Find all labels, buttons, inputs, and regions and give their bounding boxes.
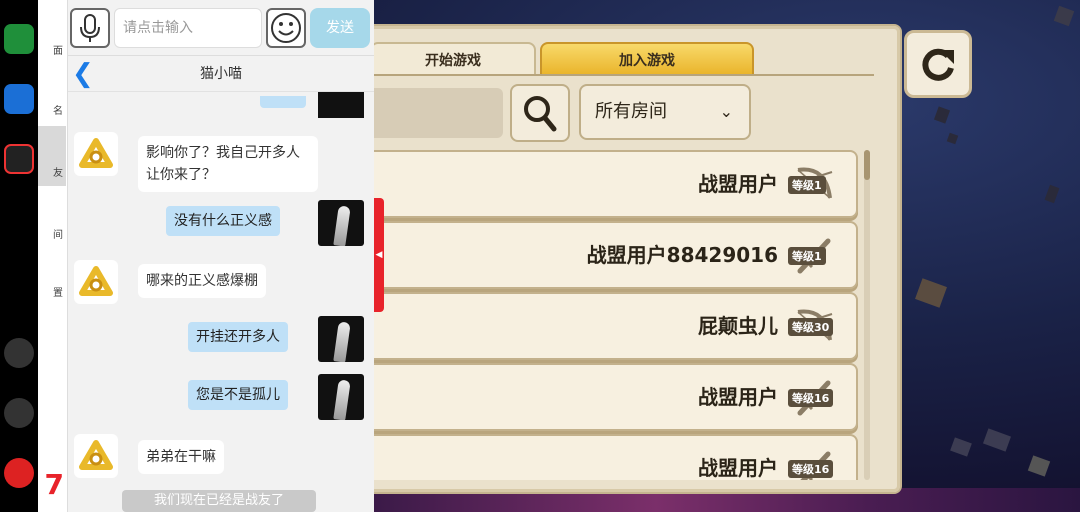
avatar-contact[interactable] (74, 434, 118, 478)
smiley-icon (271, 13, 301, 43)
message-bubble-outgoing: 没有什么正义感 (166, 206, 280, 236)
contact-name: 猫小喵 (200, 66, 242, 82)
system-tip: 我们现在已经是战友了 (122, 490, 316, 512)
room-badge: 等级16 (788, 446, 840, 480)
message-bubble-partial (260, 96, 306, 108)
triangle-knot-logo-icon (79, 138, 113, 168)
menu-item-label: 置 (53, 288, 63, 299)
tab-divider (360, 74, 874, 76)
join-game-panel: 开始游戏 加入游戏 所有房间 ⌄ 战盟用户 等级1 战盟用户88429016 等… (330, 26, 900, 492)
refresh-icon (922, 48, 954, 81)
menu-item-settings[interactable]: 置 (38, 254, 66, 314)
scrollbar-thumb[interactable] (864, 150, 870, 180)
room-list-scrollbar[interactable] (864, 150, 870, 480)
refresh-button[interactable] (904, 30, 972, 98)
qq-icon[interactable] (4, 144, 34, 174)
room-name: 战盟用户88429016 (586, 243, 778, 267)
avatar-self-partial (318, 92, 364, 118)
message-bubble-incoming: 弟弟在干嘛 (138, 440, 224, 474)
video-record-icon[interactable] (4, 338, 34, 368)
avatar-contact[interactable] (74, 260, 118, 304)
room-filter-value: 所有房间 (595, 101, 667, 122)
room-level-badge: 等级30 (788, 318, 834, 336)
room-badge: 等级30 (788, 304, 840, 350)
menu-item-ranking[interactable]: 名 (38, 70, 66, 130)
room-badge: 等级1 (788, 233, 840, 279)
room-name: 战盟用户 (698, 385, 778, 409)
wechat-icon[interactable] (4, 24, 34, 54)
chevron-down-icon: ⌄ (719, 102, 733, 121)
triangle-knot-logo-icon (79, 266, 113, 296)
edit-off-icon[interactable] (4, 458, 34, 488)
menu-item-room[interactable]: 间 (38, 196, 66, 256)
room-row[interactable]: 战盟用户88429016 等级1 (360, 221, 858, 289)
voice-input-button[interactable] (70, 8, 110, 48)
chat-input-bar: 请点击输入 发送 (68, 0, 374, 56)
message-bubble-outgoing: 开挂还开多人 (188, 322, 288, 352)
room-badge: 等级1 (788, 162, 840, 208)
room-name: 战盟用户 (698, 456, 778, 480)
room-row[interactable]: 战盟用户 等级1 (360, 150, 858, 218)
message-icon[interactable] (4, 84, 34, 114)
search-icon (524, 96, 557, 132)
menu-item-friends[interactable]: 友 (38, 126, 66, 186)
triangle-knot-logo-icon (79, 440, 113, 470)
crop-icon[interactable] (4, 398, 34, 428)
tab-start-game[interactable]: 开始游戏 (370, 42, 536, 76)
room-name: 战盟用户 (698, 172, 778, 196)
avatar-contact[interactable] (74, 132, 118, 176)
room-level-badge: 等级1 (788, 176, 826, 194)
room-name: 屁颠虫儿 (698, 314, 778, 338)
collapse-chat-handle[interactable]: ◀ (374, 198, 384, 312)
room-row[interactable]: 屁颠虫儿 等级30 (360, 292, 858, 360)
chat-panel: 请点击输入 发送 猫小喵 ❮ 影响你了？我自己开多人让你来了？ 没有什么正义感 (68, 0, 374, 512)
microphone-icon (80, 14, 100, 42)
room-search-input[interactable] (360, 88, 503, 138)
back-chevron-icon[interactable]: ❮ (72, 60, 94, 88)
tab-join-game[interactable]: 加入游戏 (540, 42, 754, 76)
avatar-self[interactable] (318, 374, 364, 420)
message-bubble-outgoing: 您是不是孤儿 (188, 380, 288, 410)
room-filter-select[interactable]: 所有房间 ⌄ (579, 84, 751, 140)
avatar-self[interactable] (318, 316, 364, 362)
search-button[interactable] (510, 84, 570, 142)
system-floating-strip (0, 0, 38, 512)
menu-item-home[interactable]: 面 (38, 10, 66, 70)
game-side-menu: 面 名 友 间 置 7 (38, 0, 102, 512)
menu-item-label: 面 (53, 46, 63, 57)
brand-mark-icon: 7 (44, 468, 64, 501)
message-bubble-incoming: 影响你了？我自己开多人让你来了？ (138, 136, 318, 192)
room-row[interactable]: 战盟用户 等级16 (360, 434, 858, 480)
room-row[interactable]: 战盟用户 等级16 (360, 363, 858, 431)
menu-item-label: 间 (53, 230, 63, 241)
room-level-badge: 等级1 (788, 247, 826, 265)
message-bubble-incoming: 哪来的正义感爆棚 (138, 264, 266, 298)
menu-item-label: 友 (53, 168, 63, 179)
room-badge: 等级16 (788, 375, 840, 421)
chat-header: 猫小喵 ❮ (68, 56, 374, 92)
send-button[interactable]: 发送 (310, 8, 370, 48)
menu-item-label: 名 (53, 106, 63, 117)
room-level-badge: 等级16 (788, 460, 834, 478)
message-input[interactable]: 请点击输入 (114, 8, 262, 48)
room-level-badge: 等级16 (788, 389, 834, 407)
room-list: 战盟用户 等级1 战盟用户88429016 等级1 屁颠虫儿 等级30 战盟用户… (360, 150, 860, 480)
emoji-button[interactable] (266, 8, 306, 48)
avatar-self[interactable] (318, 200, 364, 246)
